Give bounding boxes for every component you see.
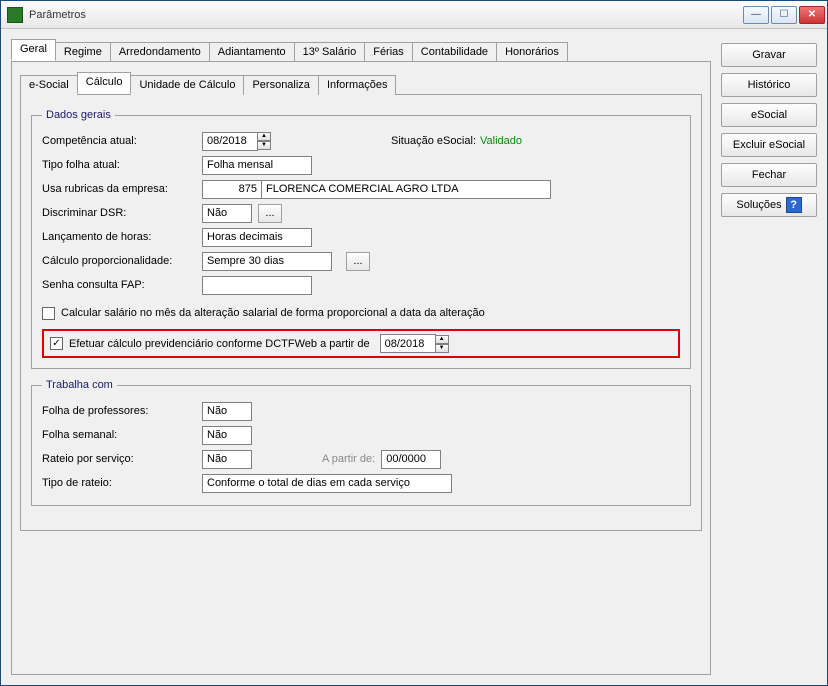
situacao-value: Validado bbox=[480, 135, 522, 147]
app-icon bbox=[7, 7, 23, 23]
tab-geral[interactable]: Geral bbox=[11, 39, 56, 61]
competencia-input[interactable]: 08/2018 bbox=[202, 132, 258, 151]
window-controls: — ☐ ✕ bbox=[743, 6, 825, 24]
discriminar-dsr-label: Discriminar DSR: bbox=[42, 207, 202, 219]
competencia-label: Competência atual: bbox=[42, 135, 202, 147]
folha-prof-input[interactable]: Não bbox=[202, 402, 252, 421]
rateio-serv-input[interactable]: Não bbox=[202, 450, 252, 469]
tab-regime[interactable]: Regime bbox=[55, 42, 111, 62]
discriminar-dsr-input[interactable]: Não bbox=[202, 204, 252, 223]
rateio-serv-label: Rateio por serviço: bbox=[42, 453, 202, 465]
senha-fap-input[interactable] bbox=[202, 276, 312, 295]
main-content: Geral Regime Arredondamento Adiantamento… bbox=[11, 39, 711, 675]
excluir-esocial-button[interactable]: Excluir eSocial bbox=[721, 133, 817, 157]
titlebar[interactable]: Parâmetros — ☐ ✕ bbox=[1, 1, 827, 29]
folha-sem-label: Folha semanal: bbox=[42, 429, 202, 441]
tipo-folha-input[interactable]: Folha mensal bbox=[202, 156, 312, 175]
parametros-window: Parâmetros — ☐ ✕ Geral Regime Arredondam… bbox=[0, 0, 828, 686]
dados-gerais-legend: Dados gerais bbox=[42, 109, 115, 121]
lancamento-horas-label: Lançamento de horas: bbox=[42, 231, 202, 243]
body-area: Geral Regime Arredondamento Adiantamento… bbox=[1, 29, 827, 685]
tab-contabilidade[interactable]: Contabilidade bbox=[412, 42, 497, 62]
usa-rubricas-nome: FLORENCA COMERCIAL AGRO LTDA bbox=[261, 180, 551, 199]
usa-rubricas-codigo[interactable]: 875 bbox=[202, 180, 262, 199]
calc-prop-lookup[interactable]: ... bbox=[346, 252, 370, 271]
discriminar-dsr-lookup[interactable]: ... bbox=[258, 204, 282, 223]
spin-down-icon[interactable]: ▼ bbox=[257, 141, 271, 150]
tipo-rateio-input[interactable]: Conforme o total de dias em cada serviço bbox=[202, 474, 452, 493]
calc-prop-label: Cálculo proporcionalidade: bbox=[42, 255, 202, 267]
close-button[interactable]: ✕ bbox=[799, 6, 825, 24]
tab-ferias[interactable]: Férias bbox=[364, 42, 413, 62]
help-icon: ? bbox=[786, 197, 802, 213]
tab-honorarios[interactable]: Honorários bbox=[496, 42, 568, 62]
chk-calc-salario-proporcional[interactable] bbox=[42, 307, 55, 320]
side-buttons: Gravar Histórico eSocial Excluir eSocial… bbox=[721, 39, 817, 675]
competencia-spinner[interactable]: 08/2018 ▲▼ bbox=[202, 132, 271, 151]
trabalha-com-group: Trabalha com Folha de professores: Não F… bbox=[31, 379, 691, 506]
historico-button[interactable]: Histórico bbox=[721, 73, 817, 97]
lancamento-horas-input[interactable]: Horas decimais bbox=[202, 228, 312, 247]
tab-adiantamento[interactable]: Adiantamento bbox=[209, 42, 295, 62]
spin-down-icon[interactable]: ▼ bbox=[435, 344, 449, 353]
spin-up-icon[interactable]: ▲ bbox=[435, 335, 449, 344]
esocial-button[interactable]: eSocial bbox=[721, 103, 817, 127]
subtab-unidade-calculo[interactable]: Unidade de Cálculo bbox=[130, 75, 244, 95]
solucoes-label: Soluções bbox=[736, 199, 781, 211]
maximize-button[interactable]: ☐ bbox=[771, 6, 797, 24]
outer-tab-panel: e-Social Cálculo Unidade de Cálculo Pers… bbox=[11, 61, 711, 675]
dctfweb-date-spinner[interactable]: 08/2018 ▲▼ bbox=[380, 334, 449, 353]
chk-dctfweb-label: Efetuar cálculo previdenciário conforme … bbox=[69, 338, 370, 350]
subtab-esocial[interactable]: e-Social bbox=[20, 75, 78, 95]
situacao-label: Situação eSocial: bbox=[391, 135, 476, 147]
chk-dctfweb[interactable] bbox=[50, 337, 63, 350]
calc-prop-input[interactable]: Sempre 30 dias bbox=[202, 252, 332, 271]
usa-rubricas-label: Usa rubricas da empresa: bbox=[42, 183, 202, 195]
spin-up-icon[interactable]: ▲ bbox=[257, 132, 271, 141]
a-partir-de-label: A partir de: bbox=[322, 453, 375, 465]
senha-fap-label: Senha consulta FAP: bbox=[42, 279, 202, 291]
dados-gerais-group: Dados gerais Competência atual: 08/2018 … bbox=[31, 109, 691, 369]
tipo-folha-label: Tipo folha atual: bbox=[42, 159, 202, 171]
outer-tabstrip: Geral Regime Arredondamento Adiantamento… bbox=[11, 39, 711, 61]
tipo-rateio-label: Tipo de rateio: bbox=[42, 477, 202, 489]
a-partir-de-input[interactable]: 00/0000 bbox=[381, 450, 441, 469]
chk-calc-salario-proporcional-label: Calcular salário no mês da alteração sal… bbox=[61, 307, 485, 319]
minimize-button[interactable]: — bbox=[743, 6, 769, 24]
subtab-personaliza[interactable]: Personaliza bbox=[243, 75, 318, 95]
dctfweb-date-input[interactable]: 08/2018 bbox=[380, 334, 436, 353]
inner-tab-panel: Dados gerais Competência atual: 08/2018 … bbox=[20, 94, 702, 531]
gravar-button[interactable]: Gravar bbox=[721, 43, 817, 67]
trabalha-com-legend: Trabalha com bbox=[42, 379, 117, 391]
inner-tabstrip: e-Social Cálculo Unidade de Cálculo Pers… bbox=[20, 72, 702, 94]
folha-prof-label: Folha de professores: bbox=[42, 405, 202, 417]
tab-13-salario[interactable]: 13º Salário bbox=[294, 42, 366, 62]
subtab-informacoes[interactable]: Informações bbox=[318, 75, 397, 95]
folha-sem-input[interactable]: Não bbox=[202, 426, 252, 445]
dctfweb-highlight: Efetuar cálculo previdenciário conforme … bbox=[42, 329, 680, 358]
window-title: Parâmetros bbox=[29, 9, 743, 21]
fechar-button[interactable]: Fechar bbox=[721, 163, 817, 187]
subtab-calculo[interactable]: Cálculo bbox=[77, 72, 132, 94]
solucoes-button[interactable]: Soluções ? bbox=[721, 193, 817, 217]
tab-arredondamento[interactable]: Arredondamento bbox=[110, 42, 210, 62]
